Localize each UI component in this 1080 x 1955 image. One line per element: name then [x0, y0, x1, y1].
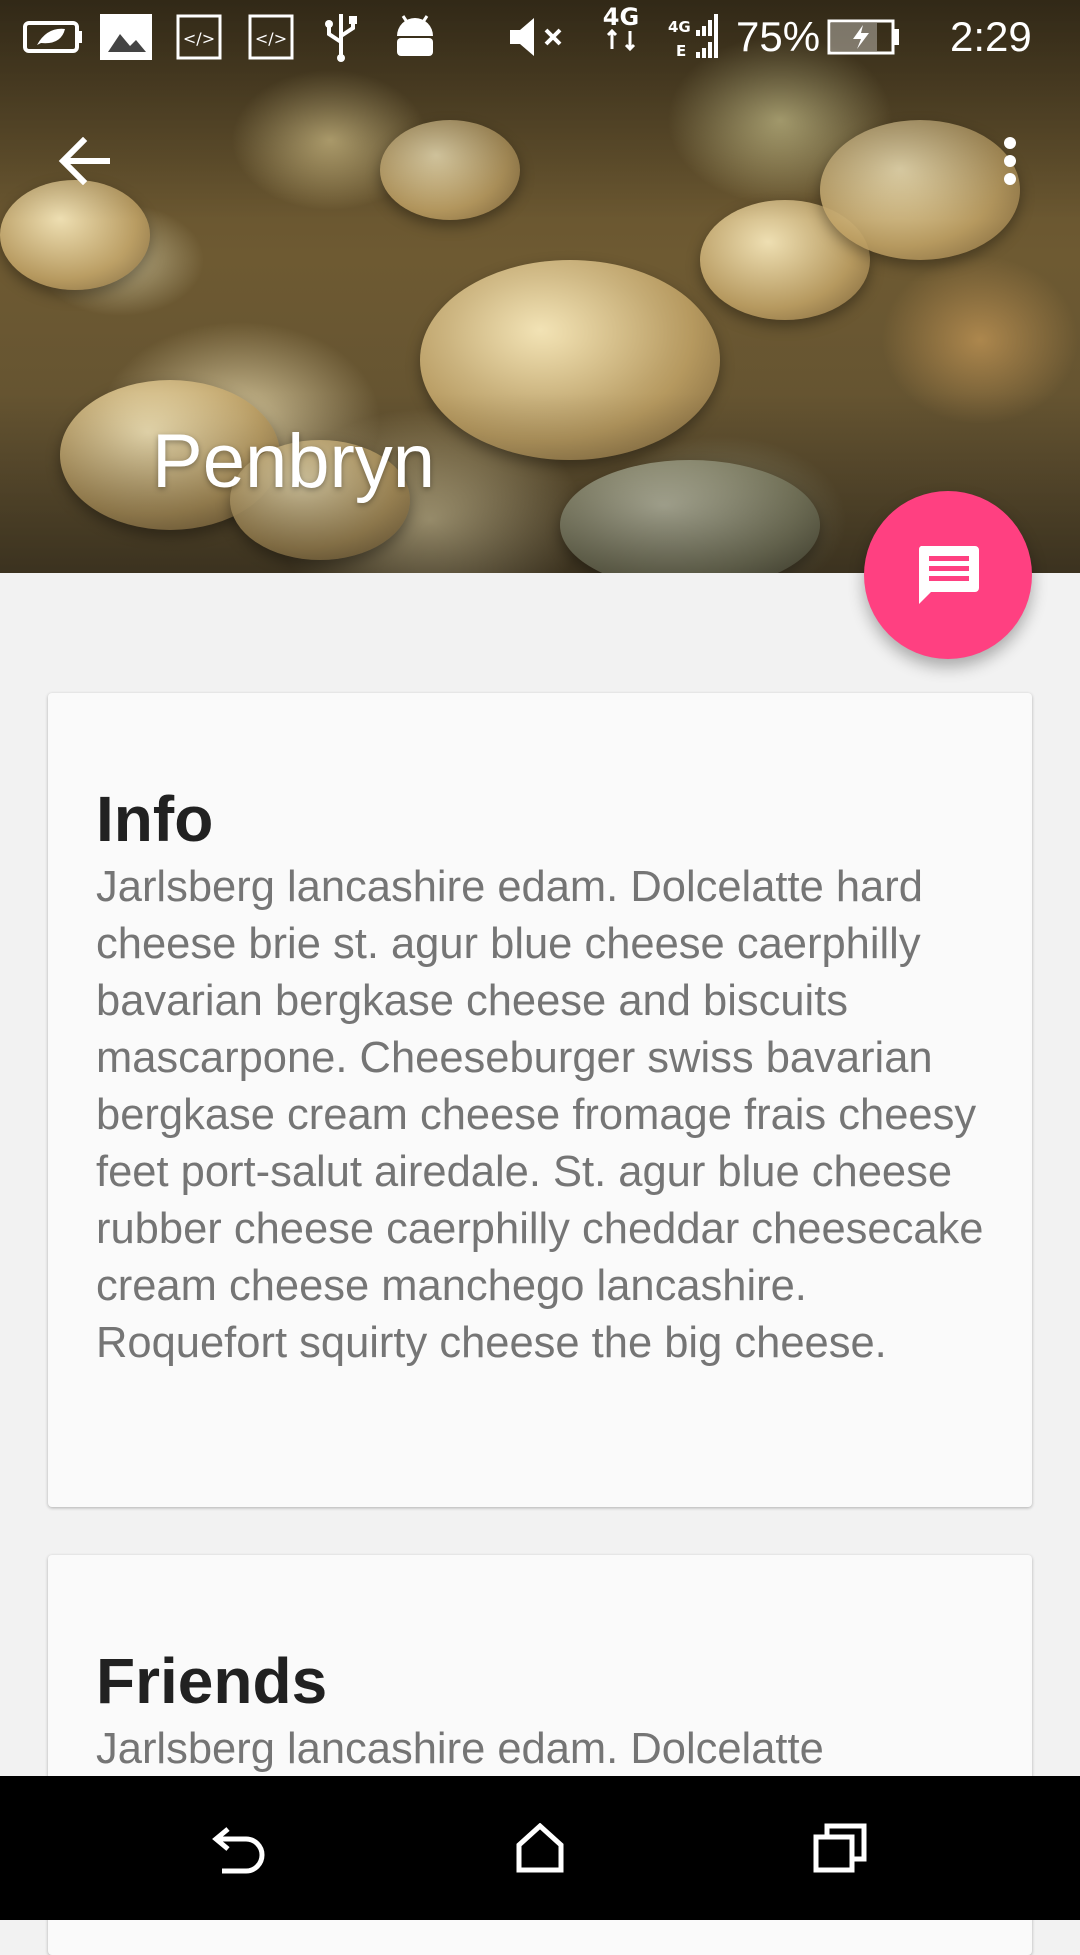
data-4g-icon: 4G	[596, 3, 646, 52]
android-debug-icon	[390, 14, 440, 60]
nav-back-button[interactable]	[170, 1798, 310, 1898]
svg-text:E: E	[676, 42, 686, 60]
svg-text:</>: </>	[183, 29, 215, 48]
recents-nav-icon	[813, 1823, 867, 1873]
photo-notification-icon	[98, 14, 154, 60]
card-title: Info	[96, 783, 214, 855]
volume-muted-icon	[504, 14, 570, 60]
code-notification-icon: </>	[246, 14, 296, 60]
nav-home-button[interactable]	[470, 1798, 610, 1898]
navigation-bar	[0, 1776, 1080, 1920]
status-bar: </> </> 4G 4G E 75% 2:29	[0, 0, 1080, 76]
clock: 2:29	[950, 13, 1032, 60]
back-nav-icon	[212, 1827, 265, 1874]
card-body-text: Jarlsberg lancashire edam. Dolcelatte ha…	[96, 863, 984, 1367]
svg-text:4G: 4G	[668, 18, 691, 36]
battery-charging-icon	[826, 14, 904, 60]
back-button[interactable]	[44, 126, 124, 196]
message-fab-button[interactable]	[864, 491, 1032, 659]
card-title: Friends	[96, 1645, 328, 1717]
card-body-text: Jarlsberg lancashire edam. Dolcelatte	[96, 1725, 824, 1773]
nav-recents-button[interactable]	[770, 1798, 910, 1898]
overflow-menu-button[interactable]	[980, 126, 1040, 196]
svg-text:</>: </>	[255, 29, 287, 48]
battery-percent: 75%	[736, 13, 821, 60]
home-nav-icon	[516, 1823, 564, 1873]
svg-text:4G: 4G	[603, 3, 639, 31]
code-notification-icon: </>	[174, 14, 224, 60]
message-icon	[918, 546, 979, 604]
page-title: Penbryn	[152, 419, 436, 504]
usb-icon	[316, 14, 366, 62]
signal-icon: 4G E	[664, 14, 724, 60]
arrow-back-icon	[58, 137, 110, 185]
more-vert-icon	[1004, 137, 1016, 185]
info-card: Info Jarlsberg lancashire edam. Dolcelat…	[48, 693, 1032, 1507]
eco-battery-icon	[22, 14, 84, 60]
